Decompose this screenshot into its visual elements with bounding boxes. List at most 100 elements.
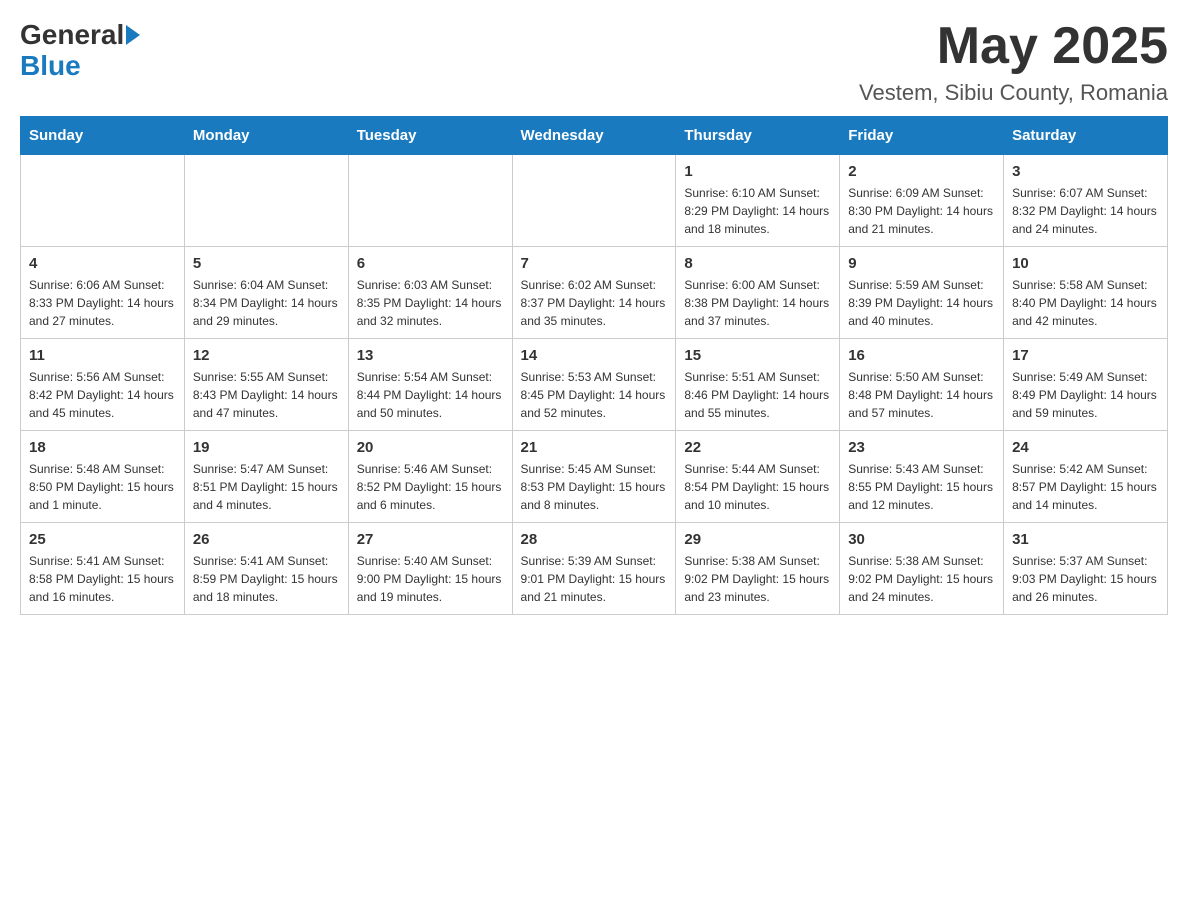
day-info: Sunrise: 5:55 AM Sunset: 8:43 PM Dayligh… xyxy=(193,368,340,422)
day-info: Sunrise: 5:44 AM Sunset: 8:54 PM Dayligh… xyxy=(684,460,831,514)
day-info: Sunrise: 5:46 AM Sunset: 8:52 PM Dayligh… xyxy=(357,460,504,514)
day-info: Sunrise: 5:47 AM Sunset: 8:51 PM Dayligh… xyxy=(193,460,340,514)
calendar-cell: 15 Sunrise: 5:51 AM Sunset: 8:46 PM Dayli… xyxy=(676,339,840,431)
day-number: 21 xyxy=(521,439,668,456)
day-info: Sunrise: 5:43 AM Sunset: 8:55 PM Dayligh… xyxy=(848,460,995,514)
calendar-cell: 21 Sunrise: 5:45 AM Sunset: 8:53 PM Dayli… xyxy=(512,431,676,523)
day-number: 2 xyxy=(848,163,995,180)
calendar-cell: 23 Sunrise: 5:43 AM Sunset: 8:55 PM Dayli… xyxy=(840,431,1004,523)
calendar-cell: 31Sunrise: 5:37 AM Sunset: 9:03 PM Dayli… xyxy=(1004,523,1168,615)
day-info: Sunrise: 6:10 AM Sunset: 8:29 PM Dayligh… xyxy=(684,184,831,238)
logo-general-text: General xyxy=(20,20,124,51)
day-number: 4 xyxy=(29,255,176,272)
calendar-cell: 6 Sunrise: 6:03 AM Sunset: 8:35 PM Daylig… xyxy=(348,247,512,339)
calendar-cell: 18 Sunrise: 5:48 AM Sunset: 8:50 PM Dayli… xyxy=(21,431,185,523)
day-info: Sunrise: 6:06 AM Sunset: 8:33 PM Dayligh… xyxy=(29,276,176,330)
calendar-cell xyxy=(348,155,512,247)
day-info: Sunrise: 5:53 AM Sunset: 8:45 PM Dayligh… xyxy=(521,368,668,422)
column-header-wednesday: Wednesday xyxy=(512,117,676,155)
calendar-cell: 13 Sunrise: 5:54 AM Sunset: 8:44 PM Dayli… xyxy=(348,339,512,431)
month-title: May 2025 xyxy=(859,20,1168,72)
calendar-table: SundayMondayTuesdayWednesdayThursdayFrid… xyxy=(20,116,1168,615)
day-info: Sunrise: 5:45 AM Sunset: 8:53 PM Dayligh… xyxy=(521,460,668,514)
calendar-cell: 14 Sunrise: 5:53 AM Sunset: 8:45 PM Dayli… xyxy=(512,339,676,431)
calendar-cell: 29 Sunrise: 5:38 AM Sunset: 9:02 PM Dayli… xyxy=(676,523,840,615)
day-info: Sunrise: 5:41 AM Sunset: 8:58 PM Dayligh… xyxy=(29,552,176,606)
day-info: Sunrise: 5:37 AM Sunset: 9:03 PM Dayligh… xyxy=(1012,552,1159,606)
day-number: 28 xyxy=(521,531,668,548)
day-number: 18 xyxy=(29,439,176,456)
day-info: Sunrise: 5:49 AM Sunset: 8:49 PM Dayligh… xyxy=(1012,368,1159,422)
calendar-cell xyxy=(21,155,185,247)
day-number: 13 xyxy=(357,347,504,364)
day-number: 25 xyxy=(29,531,176,548)
day-info: Sunrise: 5:48 AM Sunset: 8:50 PM Dayligh… xyxy=(29,460,176,514)
day-info: Sunrise: 5:39 AM Sunset: 9:01 PM Dayligh… xyxy=(521,552,668,606)
day-number: 30 xyxy=(848,531,995,548)
calendar-cell: 22Sunrise: 5:44 AM Sunset: 8:54 PM Dayli… xyxy=(676,431,840,523)
day-number: 20 xyxy=(357,439,504,456)
calendar-cell: 26Sunrise: 5:41 AM Sunset: 8:59 PM Dayli… xyxy=(184,523,348,615)
column-header-sunday: Sunday xyxy=(21,117,185,155)
calendar-cell: 1 Sunrise: 6:10 AM Sunset: 8:29 PM Daylig… xyxy=(676,155,840,247)
day-number: 27 xyxy=(357,531,504,548)
column-header-saturday: Saturday xyxy=(1004,117,1168,155)
calendar-week-3: 11Sunrise: 5:56 AM Sunset: 8:42 PM Dayli… xyxy=(21,339,1168,431)
calendar-cell xyxy=(512,155,676,247)
column-header-friday: Friday xyxy=(840,117,1004,155)
day-info: Sunrise: 5:38 AM Sunset: 9:02 PM Dayligh… xyxy=(684,552,831,606)
day-info: Sunrise: 5:51 AM Sunset: 8:46 PM Dayligh… xyxy=(684,368,831,422)
day-number: 14 xyxy=(521,347,668,364)
logo-arrow-icon xyxy=(126,25,140,45)
header-row: SundayMondayTuesdayWednesdayThursdayFrid… xyxy=(21,117,1168,155)
calendar-cell: 24Sunrise: 5:42 AM Sunset: 8:57 PM Dayli… xyxy=(1004,431,1168,523)
day-number: 12 xyxy=(193,347,340,364)
calendar-cell: 2 Sunrise: 6:09 AM Sunset: 8:30 PM Daylig… xyxy=(840,155,1004,247)
day-info: Sunrise: 5:58 AM Sunset: 8:40 PM Dayligh… xyxy=(1012,276,1159,330)
calendar-week-2: 4 Sunrise: 6:06 AM Sunset: 8:33 PM Daylig… xyxy=(21,247,1168,339)
day-info: Sunrise: 5:41 AM Sunset: 8:59 PM Dayligh… xyxy=(193,552,340,606)
day-number: 6 xyxy=(357,255,504,272)
calendar-cell: 19Sunrise: 5:47 AM Sunset: 8:51 PM Dayli… xyxy=(184,431,348,523)
day-number: 17 xyxy=(1012,347,1159,364)
calendar-cell: 8 Sunrise: 6:00 AM Sunset: 8:38 PM Daylig… xyxy=(676,247,840,339)
day-number: 7 xyxy=(521,255,668,272)
title-section: May 2025 Vestem, Sibiu County, Romania xyxy=(859,20,1168,106)
day-number: 1 xyxy=(684,163,831,180)
calendar-cell: 25 Sunrise: 5:41 AM Sunset: 8:58 PM Dayli… xyxy=(21,523,185,615)
day-info: Sunrise: 6:09 AM Sunset: 8:30 PM Dayligh… xyxy=(848,184,995,238)
calendar-cell: 10Sunrise: 5:58 AM Sunset: 8:40 PM Dayli… xyxy=(1004,247,1168,339)
day-number: 15 xyxy=(684,347,831,364)
day-info: Sunrise: 5:50 AM Sunset: 8:48 PM Dayligh… xyxy=(848,368,995,422)
calendar-cell: 16 Sunrise: 5:50 AM Sunset: 8:48 PM Dayli… xyxy=(840,339,1004,431)
calendar-week-4: 18 Sunrise: 5:48 AM Sunset: 8:50 PM Dayli… xyxy=(21,431,1168,523)
day-info: Sunrise: 6:03 AM Sunset: 8:35 PM Dayligh… xyxy=(357,276,504,330)
calendar-cell: 28 Sunrise: 5:39 AM Sunset: 9:01 PM Dayli… xyxy=(512,523,676,615)
calendar-cell: 11Sunrise: 5:56 AM Sunset: 8:42 PM Dayli… xyxy=(21,339,185,431)
day-info: Sunrise: 6:00 AM Sunset: 8:38 PM Dayligh… xyxy=(684,276,831,330)
column-header-monday: Monday xyxy=(184,117,348,155)
day-number: 23 xyxy=(848,439,995,456)
calendar-cell: 3Sunrise: 6:07 AM Sunset: 8:32 PM Daylig… xyxy=(1004,155,1168,247)
calendar-header: SundayMondayTuesdayWednesdayThursdayFrid… xyxy=(21,117,1168,155)
day-info: Sunrise: 5:54 AM Sunset: 8:44 PM Dayligh… xyxy=(357,368,504,422)
calendar-cell: 5Sunrise: 6:04 AM Sunset: 8:34 PM Daylig… xyxy=(184,247,348,339)
calendar-cell: 12 Sunrise: 5:55 AM Sunset: 8:43 PM Dayli… xyxy=(184,339,348,431)
column-header-tuesday: Tuesday xyxy=(348,117,512,155)
calendar-week-5: 25 Sunrise: 5:41 AM Sunset: 8:58 PM Dayli… xyxy=(21,523,1168,615)
day-number: 16 xyxy=(848,347,995,364)
day-info: Sunrise: 5:42 AM Sunset: 8:57 PM Dayligh… xyxy=(1012,460,1159,514)
day-info: Sunrise: 5:56 AM Sunset: 8:42 PM Dayligh… xyxy=(29,368,176,422)
calendar-body: 1 Sunrise: 6:10 AM Sunset: 8:29 PM Daylig… xyxy=(21,155,1168,615)
calendar-cell: 4 Sunrise: 6:06 AM Sunset: 8:33 PM Daylig… xyxy=(21,247,185,339)
calendar-cell: 20 Sunrise: 5:46 AM Sunset: 8:52 PM Dayli… xyxy=(348,431,512,523)
calendar-cell: 17 Sunrise: 5:49 AM Sunset: 8:49 PM Dayli… xyxy=(1004,339,1168,431)
calendar-cell: 30Sunrise: 5:38 AM Sunset: 9:02 PM Dayli… xyxy=(840,523,1004,615)
calendar-cell: 7Sunrise: 6:02 AM Sunset: 8:37 PM Daylig… xyxy=(512,247,676,339)
day-number: 9 xyxy=(848,255,995,272)
day-info: Sunrise: 5:59 AM Sunset: 8:39 PM Dayligh… xyxy=(848,276,995,330)
day-number: 8 xyxy=(684,255,831,272)
day-number: 29 xyxy=(684,531,831,548)
calendar-cell xyxy=(184,155,348,247)
calendar-week-1: 1 Sunrise: 6:10 AM Sunset: 8:29 PM Daylig… xyxy=(21,155,1168,247)
